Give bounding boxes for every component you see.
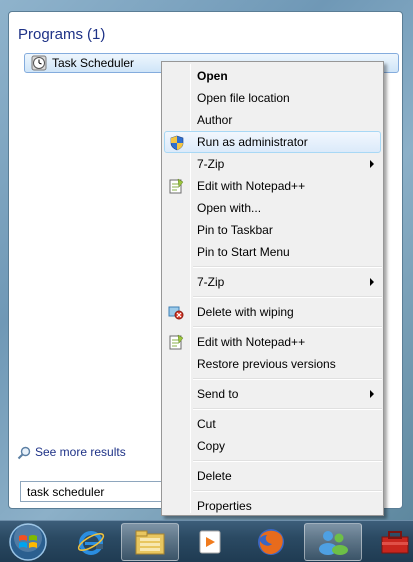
menu-separator — [193, 296, 382, 298]
menu-separator — [193, 378, 382, 380]
context-menu: Open Open file location Author Run as ad… — [161, 61, 384, 516]
windows-orb-icon — [9, 523, 47, 561]
menu-item-send-to[interactable]: Send to — [164, 383, 381, 405]
taskbar-internet-explorer[interactable] — [62, 523, 120, 561]
wipe-delete-icon — [168, 306, 184, 320]
menu-item-label: Send to — [197, 387, 239, 401]
taskbar-toolbox[interactable] — [366, 523, 413, 561]
menu-item-label: Edit with Notepad++ — [197, 179, 306, 193]
uac-shield-icon — [170, 135, 184, 151]
toolbox-icon — [381, 531, 409, 554]
see-more-results-link[interactable]: See more results — [17, 445, 126, 460]
menu-separator — [193, 408, 382, 410]
menu-item-label: Run as administrator — [197, 135, 308, 149]
menu-item-label: Author — [197, 113, 233, 127]
see-more-label: See more results — [35, 445, 126, 459]
firefox-icon — [258, 529, 284, 555]
menu-item-7zip-2[interactable]: 7-Zip — [164, 271, 381, 293]
menu-item-label: Open with... — [197, 201, 262, 215]
menu-item-label: Properties — [197, 499, 252, 513]
menu-item-label: Delete — [197, 469, 232, 483]
menu-item-label: Pin to Start Menu — [197, 245, 290, 259]
submenu-arrow-icon — [370, 390, 374, 398]
menu-item-delete[interactable]: Delete — [164, 465, 381, 487]
menu-separator — [193, 266, 382, 268]
menu-item-author[interactable]: Author — [164, 109, 381, 131]
menu-item-cut[interactable]: Cut — [164, 413, 381, 435]
programs-header-label: Programs — [18, 26, 84, 43]
taskbar-people-app[interactable] — [304, 523, 362, 561]
menu-item-label: Cut — [197, 417, 216, 431]
people-icon — [319, 531, 348, 555]
menu-item-properties[interactable]: Properties — [164, 495, 381, 517]
taskbar-firefox[interactable] — [242, 523, 300, 561]
menu-item-edit-notepadpp-2[interactable]: Edit with Notepad++ — [164, 331, 381, 353]
menu-item-label: Open — [197, 69, 228, 83]
menu-item-7zip[interactable]: 7-Zip — [164, 153, 381, 175]
media-player-icon — [199, 530, 221, 554]
clock-icon — [31, 55, 47, 71]
menu-separator — [193, 490, 382, 492]
taskbar-media-player[interactable] — [181, 523, 239, 561]
taskbar — [0, 520, 413, 562]
menu-item-pin-to-taskbar[interactable]: Pin to Taskbar — [164, 219, 381, 241]
notepadpp-icon — [169, 334, 184, 350]
submenu-arrow-icon — [370, 160, 374, 168]
menu-item-label: Copy — [197, 439, 226, 453]
start-search-box[interactable] — [20, 481, 175, 502]
menu-item-delete-with-wiping[interactable]: Delete with wiping — [164, 301, 381, 323]
result-item-label: Task Scheduler — [52, 56, 135, 70]
menu-item-edit-notepadpp[interactable]: Edit with Notepad++ — [164, 175, 381, 197]
programs-header-count: (1) — [87, 26, 106, 43]
menu-item-label: Open file location — [197, 91, 290, 105]
menu-item-label: 7-Zip — [197, 157, 225, 171]
menu-item-copy[interactable]: Copy — [164, 435, 381, 457]
menu-item-label: 7-Zip — [197, 275, 225, 289]
menu-item-label: Edit with Notepad++ — [197, 335, 306, 349]
menu-item-label: Restore previous versions — [197, 357, 336, 371]
menu-item-label: Delete with wiping — [197, 305, 294, 319]
menu-item-run-as-administrator[interactable]: Run as administrator — [164, 131, 381, 153]
magnifier-icon — [17, 446, 31, 460]
file-explorer-icon — [135, 530, 165, 555]
submenu-arrow-icon — [370, 278, 374, 286]
search-input[interactable] — [21, 482, 174, 501]
menu-separator — [193, 326, 382, 328]
taskbar-file-explorer[interactable] — [121, 523, 179, 561]
internet-explorer-icon — [77, 531, 105, 555]
menu-separator — [193, 460, 382, 462]
notepadpp-icon — [169, 178, 184, 194]
programs-group-header: Programs (1) — [18, 26, 105, 43]
menu-item-open-file-location[interactable]: Open file location — [164, 87, 381, 109]
menu-item-restore-previous-versions[interactable]: Restore previous versions — [164, 353, 381, 375]
menu-item-open-with[interactable]: Open with... — [164, 197, 381, 219]
menu-item-open[interactable]: Open — [164, 65, 381, 87]
menu-item-pin-to-start-menu[interactable]: Pin to Start Menu — [164, 241, 381, 263]
menu-item-label: Pin to Taskbar — [197, 223, 273, 237]
start-button[interactable] — [4, 521, 52, 562]
